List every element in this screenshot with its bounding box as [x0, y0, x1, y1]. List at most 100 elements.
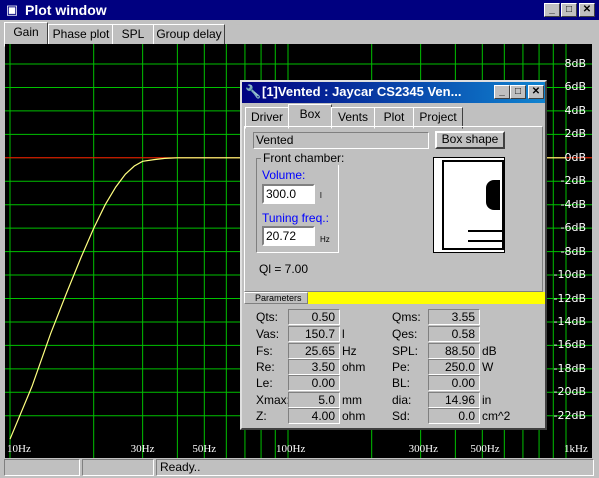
param-label: Xmax: — [256, 393, 291, 407]
param-unit: W — [482, 360, 494, 374]
vent-top-line — [468, 230, 502, 232]
param-unit: ohm — [342, 409, 366, 423]
y-tick-label: -12dB — [553, 291, 587, 305]
speaker-driver-icon — [486, 180, 500, 210]
y-tick-label: -20dB — [553, 385, 587, 399]
param-label: SPL: — [392, 344, 419, 358]
box-type-field[interactable]: Vented — [253, 132, 429, 149]
maximize-button[interactable]: □ — [561, 3, 577, 17]
enclosure-dialog: 🔧 [1]Vented : Jaycar CS2345 Ven... _ □ ✕… — [240, 80, 547, 430]
parameters-tab[interactable]: Parameters — [244, 292, 308, 304]
close-button[interactable]: ✕ — [579, 3, 595, 17]
x-tick-label: 500Hz — [470, 443, 500, 455]
param-value: 14.96 — [428, 392, 480, 408]
tuning-label: Tuning freq.: — [262, 211, 329, 225]
vent-bottom-line — [468, 240, 502, 242]
param-value: 5.0 — [288, 392, 340, 408]
param-unit: in — [482, 393, 492, 407]
param-value: 3.50 — [288, 359, 340, 375]
x-tick-label: 100Hz — [276, 443, 306, 455]
y-tick-label: -10dB — [553, 268, 587, 282]
y-tick-label: 2dB — [564, 127, 586, 141]
main-title-bar: ▣ Plot window _ □ ✕ — [0, 0, 599, 20]
parameters-header-bar — [308, 292, 545, 304]
param-label: Vas: — [256, 327, 280, 341]
status-bar: Ready.. — [0, 458, 599, 478]
param-label: Sd: — [392, 409, 411, 423]
dialog-minimize-button[interactable]: _ — [494, 85, 510, 99]
minimize-button[interactable]: _ — [544, 3, 560, 17]
volume-unit: l — [320, 191, 322, 200]
param-value: 250.0 — [428, 359, 480, 375]
y-tick-label: -14dB — [553, 314, 587, 328]
plot-tabs: Gain Phase plot SPL Group delay — [0, 22, 599, 47]
param-value: 0.58 — [428, 326, 480, 342]
dialog-maximize-button[interactable]: □ — [510, 85, 526, 99]
tab-group-delay[interactable]: Group delay — [153, 24, 225, 46]
tuning-unit: Hz — [320, 235, 330, 244]
x-tick-label: 30Hz — [130, 443, 155, 455]
param-label: Fs: — [256, 344, 273, 358]
window-title: Plot window — [25, 2, 107, 18]
y-tick-label: -8dB — [560, 244, 587, 258]
wrench-icon: 🔧 — [245, 84, 262, 99]
y-tick-label: -6dB — [560, 221, 587, 235]
parameters-panel: Qts: 0.50 Vas: 150.7 l Fs: 25.65 Hz Re: 3.50 ohm Le… — [242, 304, 545, 428]
param-value: 4.00 — [288, 408, 340, 424]
param-value: 3.55 — [428, 309, 480, 325]
param-label: BL: — [392, 376, 411, 390]
dialog-title: [1]Vented : Jaycar CS2345 Ven... — [262, 84, 462, 99]
param-value: 0.00 — [428, 375, 480, 391]
tab-spl[interactable]: SPL — [112, 24, 154, 46]
y-tick-label: 4dB — [564, 103, 586, 117]
volume-label: Volume: — [262, 168, 306, 182]
y-tick-label: 6dB — [564, 80, 586, 94]
param-value: 25.65 — [288, 343, 340, 359]
y-tick-label: 8dB — [564, 57, 586, 70]
param-label: Re: — [256, 360, 275, 374]
tuning-input[interactable]: 20.72 — [262, 226, 315, 246]
x-tick-label: 1kHz — [564, 443, 588, 455]
param-unit: cm^2 — [482, 409, 511, 423]
dialog-title-bar: 🔧 [1]Vented : Jaycar CS2345 Ven... _ □ ✕ — [242, 82, 545, 103]
param-value: 150.7 — [288, 326, 340, 342]
tab-phase-plot[interactable]: Phase plot — [48, 24, 114, 46]
dialog-close-button[interactable]: ✕ — [528, 85, 544, 99]
x-tick-label: 10Hz — [7, 443, 31, 455]
param-value: 88.50 — [428, 343, 480, 359]
front-chamber-group: Front chamber: Volume: 300.0 l Tuning fr… — [256, 151, 347, 253]
y-tick-label: -18dB — [553, 361, 587, 375]
param-label: Qes: — [392, 327, 418, 341]
param-value: 0.00 — [288, 375, 340, 391]
box-shape-preview — [433, 157, 505, 253]
param-label: Qts: — [256, 310, 279, 324]
box-shape-button[interactable]: Box shape — [435, 131, 505, 149]
app-icon: ▣ — [5, 2, 19, 17]
param-unit: dB — [482, 344, 497, 358]
y-tick-label: -4dB — [560, 197, 587, 211]
status-panel-2 — [82, 459, 154, 476]
param-label: dia: — [392, 393, 412, 407]
param-unit: ohm — [342, 360, 366, 374]
status-panel-1 — [4, 459, 80, 476]
volume-input[interactable]: 300.0 — [262, 184, 315, 204]
param-unit: mm — [342, 393, 362, 407]
x-tick-label: 50Hz — [192, 443, 217, 455]
param-unit: l — [342, 327, 345, 341]
ql-value: Ql = 7.00 — [259, 262, 309, 276]
y-tick-label: 0dB — [564, 150, 586, 164]
param-label: Z: — [256, 409, 267, 423]
param-unit: Hz — [342, 344, 357, 358]
param-label: Qms: — [392, 310, 421, 324]
param-value: 0.0 — [428, 408, 480, 424]
param-label: Pe: — [392, 360, 411, 374]
param-label: Le: — [256, 376, 273, 390]
param-value: 0.50 — [288, 309, 340, 325]
y-tick-label: -22dB — [553, 408, 587, 422]
status-text: Ready.. — [156, 459, 594, 476]
front-chamber-label: Front chamber: — [261, 151, 347, 165]
box-tab-panel: Vented Box shape Front chamber: Volume: … — [244, 126, 543, 292]
x-tick-label: 300Hz — [408, 443, 438, 455]
y-tick-label: -2dB — [560, 174, 587, 188]
y-tick-label: -16dB — [553, 338, 587, 352]
